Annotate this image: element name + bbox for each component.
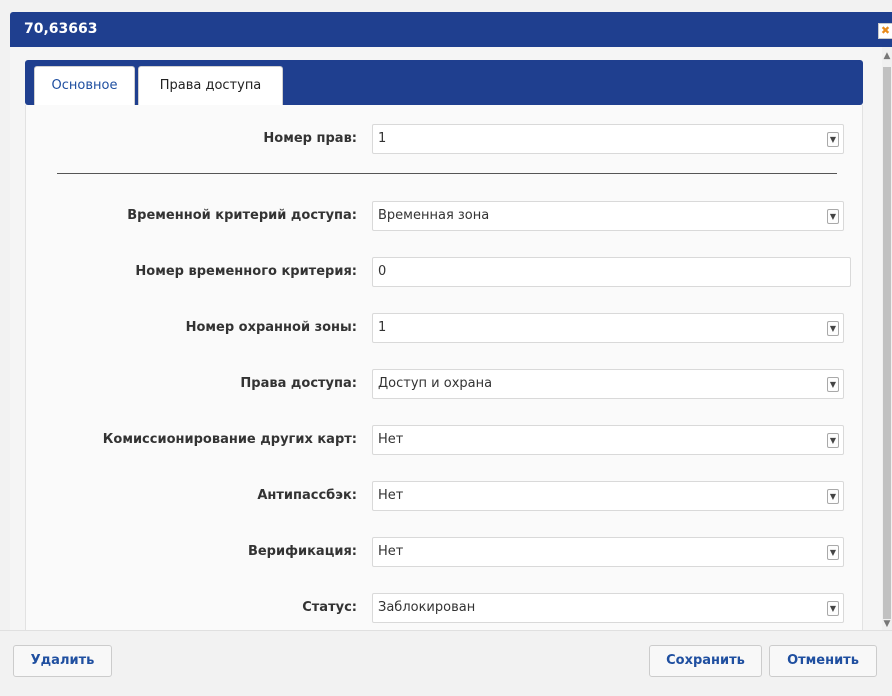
field-card-commissioning: Комиссионирование других карт: Нет ▼ [26, 425, 862, 455]
window-title: 70,63663 [10, 12, 892, 47]
time-criterion-select[interactable]: Временная зона ▼ [372, 201, 844, 231]
select-value: 1 [378, 131, 387, 146]
verification-select[interactable]: Нет ▼ [372, 537, 844, 567]
antipassback-select[interactable]: Нет ▼ [372, 481, 844, 511]
scroll-down-icon[interactable]: ▼ [882, 618, 892, 630]
select-value: Временная зона [378, 208, 490, 223]
tab-main[interactable]: Основное [34, 66, 135, 105]
field-label: Права доступа: [240, 376, 357, 391]
cancel-button[interactable]: Отменить [769, 645, 877, 677]
field-label: Временной критерий доступа: [127, 208, 357, 223]
dialog-footer: Удалить Сохранить Отменить [0, 630, 892, 696]
section-divider [57, 173, 837, 174]
select-value: Нет [378, 544, 404, 559]
field-label: Номер временного критерия: [135, 264, 357, 279]
field-rights-number: Номер прав: 1 ▼ [26, 124, 862, 154]
close-icon[interactable]: ✖ [878, 23, 892, 39]
status-select[interactable]: Заблокирован ▼ [372, 593, 844, 623]
vertical-scrollbar[interactable]: ▲ ▼ [882, 47, 892, 630]
card-commissioning-select[interactable]: Нет ▼ [372, 425, 844, 455]
field-label: Статус: [302, 600, 357, 615]
scroll-up-icon[interactable]: ▲ [882, 50, 892, 62]
rights-number-select[interactable]: 1 ▼ [372, 124, 844, 154]
field-label: Номер прав: [263, 131, 357, 146]
input-value: 0 [378, 264, 387, 279]
dialog-content: Основное Права доступа Номер прав: 1 ▼ В… [10, 47, 882, 630]
tab-bar: Основное Права доступа [25, 60, 863, 105]
delete-button[interactable]: Удалить [13, 645, 112, 677]
chevron-down-icon: ▼ [827, 321, 839, 336]
field-access-rights: Права доступа: Доступ и охрана ▼ [26, 369, 862, 399]
field-verification: Верификация: Нет ▼ [26, 537, 862, 567]
field-time-criterion-number: Номер временного критерия: 0 [26, 257, 862, 287]
chevron-down-icon: ▼ [827, 601, 839, 616]
chevron-down-icon: ▼ [827, 433, 839, 448]
select-value: 1 [378, 320, 387, 335]
field-status: Статус: Заблокирован ▼ [26, 593, 862, 623]
time-criterion-number-input[interactable]: 0 [372, 257, 851, 287]
field-label: Верификация: [247, 544, 357, 559]
field-label: Номер охранной зоны: [185, 320, 357, 335]
chevron-down-icon: ▼ [827, 377, 839, 392]
field-antipassback: Антипассбэк: Нет ▼ [26, 481, 862, 511]
select-value: Нет [378, 488, 404, 503]
save-button[interactable]: Сохранить [649, 645, 762, 677]
tab-access-rights[interactable]: Права доступа [138, 66, 283, 105]
security-zone-select[interactable]: 1 ▼ [372, 313, 844, 343]
access-rights-select[interactable]: Доступ и охрана ▼ [372, 369, 844, 399]
select-value: Доступ и охрана [378, 376, 493, 391]
field-time-criterion: Временной критерий доступа: Временная зо… [26, 201, 862, 231]
access-rights-panel: Номер прав: 1 ▼ Временной критерий досту… [25, 105, 863, 630]
field-label: Комиссионирование других карт: [102, 432, 357, 447]
chevron-down-icon: ▼ [827, 545, 839, 560]
scrollbar-thumb[interactable] [883, 67, 891, 619]
chevron-down-icon: ▼ [827, 132, 839, 147]
chevron-down-icon: ▼ [827, 209, 839, 224]
field-label: Антипассбэк: [257, 488, 357, 503]
select-value: Нет [378, 432, 404, 447]
field-security-zone: Номер охранной зоны: 1 ▼ [26, 313, 862, 343]
chevron-down-icon: ▼ [827, 489, 839, 504]
select-value: Заблокирован [378, 600, 476, 615]
